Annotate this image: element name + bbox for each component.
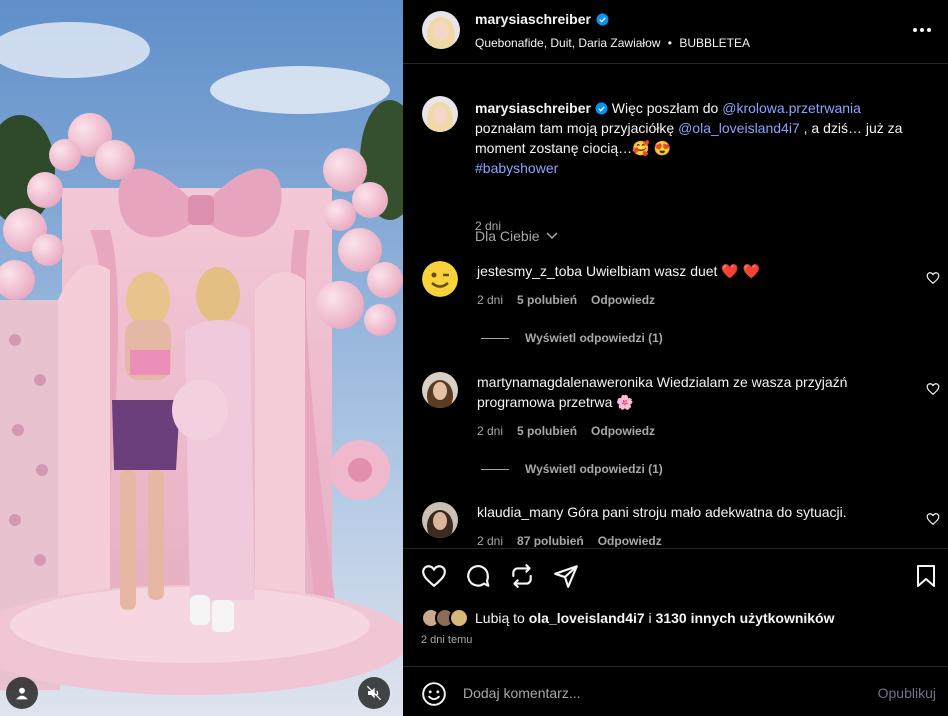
audio-track: BUBBLETEA xyxy=(679,36,751,50)
caption-username[interactable]: marysiaschreiber xyxy=(475,100,591,116)
post-timestamp: 2 dni temu xyxy=(421,634,473,646)
caption-text-part-2: poznałam tam moją przyjaciółkę xyxy=(475,120,679,136)
caption-text-part-1: Więc poszłam do xyxy=(607,100,723,116)
replies-divider xyxy=(481,337,509,339)
repost-button[interactable] xyxy=(509,563,535,589)
mute-button[interactable] xyxy=(358,677,390,709)
commenter-username[interactable]: martynamagdalenaweronika xyxy=(477,374,653,390)
comment-emoji: 🌸 xyxy=(616,394,634,410)
comment-text: martynamagdalenaweronika Wiedzialam ze w… xyxy=(477,372,907,412)
post-details-panel: marysiaschreiber Quebonafide, Duit, Dari… xyxy=(403,0,948,716)
likes-summary[interactable]: Lubią to ola_loveisland4i7 i 3130 innych… xyxy=(421,606,835,630)
likes-user[interactable]: ola_loveisland4i7 xyxy=(529,610,645,626)
audio-artists: Quebonafide, Duit, Daria Zawiałow xyxy=(475,36,661,50)
user-icon xyxy=(16,687,28,700)
comment-text: klaudia_many Góra pani stroju mało adekw… xyxy=(477,502,907,522)
publish-button[interactable]: Opublikuj xyxy=(878,685,936,701)
caption-text: marysiaschreiber Więc poszłam do @krolow… xyxy=(475,98,925,178)
like-comment-heart-icon[interactable] xyxy=(926,382,940,396)
comment-sort-dropdown[interactable]: Dla Ciebie xyxy=(475,228,558,244)
reply-button[interactable]: Odpowiedz xyxy=(598,534,662,547)
commenter-username[interactable]: jestesmy_z_toba xyxy=(477,263,582,279)
comment-time: 2 dni xyxy=(477,534,504,547)
tagged-users-button[interactable] xyxy=(6,677,38,709)
comment-meta: 2 dni 5 polubień Odpowiedz xyxy=(477,293,655,307)
bookmark-icon xyxy=(917,565,935,587)
audio-info[interactable]: Quebonafide, Duit, Daria Zawiałow • BUBB… xyxy=(475,36,750,50)
emoji-icon[interactable] xyxy=(421,681,447,707)
comment-time: 2 dni xyxy=(477,424,504,438)
commenter-avatar[interactable] xyxy=(422,261,458,297)
replies-divider xyxy=(481,468,509,470)
share-button[interactable] xyxy=(553,563,579,589)
caption-author-avatar[interactable] xyxy=(422,96,458,132)
comment-time: 2 dni xyxy=(477,293,504,307)
comment-meta: 2 dni 5 polubień Odpowiedz xyxy=(477,424,655,438)
caption-emojis: 🥰 😍 xyxy=(632,140,671,156)
post-header: marysiaschreiber Quebonafide, Duit, Dari… xyxy=(403,0,948,62)
send-icon xyxy=(554,565,578,588)
author-username[interactable]: marysiaschreiber xyxy=(475,11,591,27)
add-comment-bar: Opublikuj xyxy=(403,666,948,716)
hashtag-link[interactable]: #babyshower xyxy=(475,160,558,176)
comment-text: jestesmy_z_toba Uwielbiam wasz duet ❤️ ❤… xyxy=(477,261,907,281)
sort-label: Dla Ciebie xyxy=(475,228,540,244)
like-comment-heart-icon[interactable] xyxy=(926,271,940,285)
liker-avatars xyxy=(421,608,469,628)
comment-body: Góra pani stroju mało adekwatna do sytua… xyxy=(563,504,847,520)
likes-middle: i xyxy=(644,610,656,626)
likes-text: Lubią to ola_loveisland4i7 i 3130 innych… xyxy=(475,610,835,626)
comment-meta: 2 dni 87 polubień Odpowiedz xyxy=(477,534,662,547)
liker-avatar xyxy=(449,608,469,628)
heart-icon xyxy=(422,565,446,588)
comment-input[interactable] xyxy=(463,680,843,706)
commenter-avatar[interactable] xyxy=(422,372,458,408)
comment-bubble-icon xyxy=(467,565,490,587)
save-button[interactable] xyxy=(913,563,939,589)
like-button[interactable] xyxy=(421,563,447,589)
comments-section[interactable]: marysiaschreiber Więc poszłam do @krolow… xyxy=(403,63,948,547)
audio-separator: • xyxy=(667,36,672,50)
chevron-down-icon xyxy=(546,232,558,240)
more-options-button[interactable] xyxy=(910,18,934,42)
reply-button[interactable]: Odpowiedz xyxy=(591,293,655,307)
view-replies-button[interactable]: Wyświetl odpowiedzi (1) xyxy=(481,462,663,476)
mention-link-1[interactable]: @krolowa.przetrwania xyxy=(722,100,861,116)
author-avatar[interactable] xyxy=(422,11,460,49)
reply-button[interactable]: Odpowiedz xyxy=(591,424,655,438)
view-replies-button[interactable]: Wyświetl odpowiedzi (1) xyxy=(481,331,663,345)
comment-likes[interactable]: 87 polubień xyxy=(517,534,584,547)
post-photo xyxy=(0,0,403,716)
like-comment-heart-icon[interactable] xyxy=(926,512,940,526)
likes-count[interactable]: 3130 innych użytkowników xyxy=(656,610,835,626)
more-horizontal-icon xyxy=(913,28,931,32)
view-replies-label: Wyświetl odpowiedzi (1) xyxy=(525,331,663,345)
verified-badge-icon xyxy=(596,13,609,25)
comment-likes[interactable]: 5 polubień xyxy=(517,424,577,438)
view-replies-label: Wyświetl odpowiedzi (1) xyxy=(525,462,663,476)
comment-emoji: ❤️ ❤️ xyxy=(721,263,761,279)
verified-badge-icon xyxy=(595,102,608,115)
comment-body: Uwielbiam wasz duet xyxy=(582,263,722,279)
likes-prefix: Lubią to xyxy=(475,610,529,626)
commenter-username[interactable]: klaudia_many xyxy=(477,504,563,520)
repost-icon xyxy=(512,564,532,588)
comment-likes[interactable]: 5 polubień xyxy=(517,293,577,307)
sound-off-icon xyxy=(366,685,382,701)
post-actions xyxy=(403,548,948,604)
post-media[interactable] xyxy=(0,0,403,716)
comment-button[interactable] xyxy=(465,563,491,589)
mention-link-2[interactable]: @ola_loveisland4i7 xyxy=(678,120,800,136)
commenter-avatar[interactable] xyxy=(422,502,458,538)
